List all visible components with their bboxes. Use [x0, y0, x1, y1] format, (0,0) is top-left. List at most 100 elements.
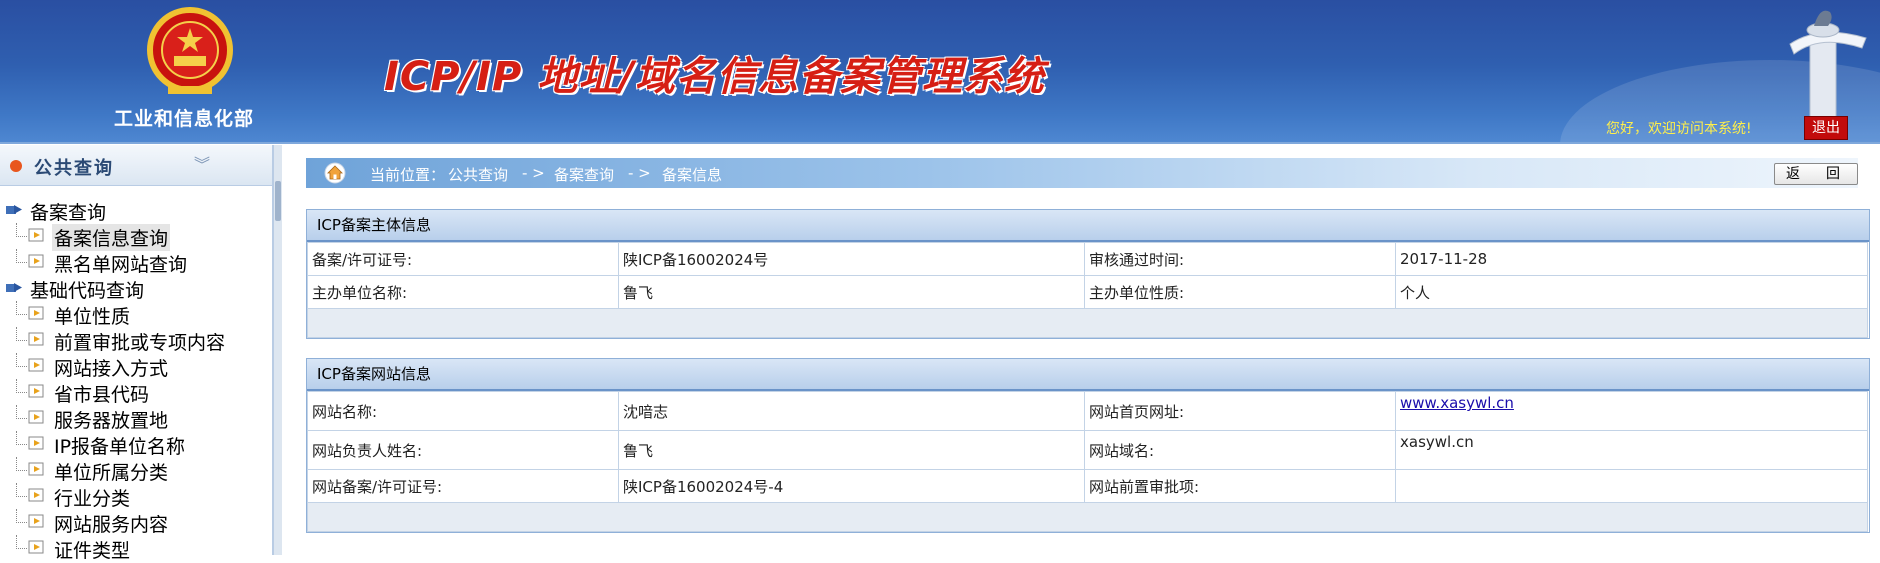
- tree-item-label: IP报备单位名称: [54, 436, 186, 458]
- site-header: 工业和信息化部 ICP/IP 地址/域名信息备案管理系统 您好，欢迎访问本系统!…: [0, 0, 1880, 144]
- page-arrow-icon: [28, 410, 44, 424]
- tree-item-service-content[interactable]: 网站服务内容: [0, 509, 272, 536]
- breadcrumb-separator: - >: [628, 164, 651, 182]
- field-label: 审核通过时间:: [1084, 242, 1396, 276]
- tree-item-record-info-query[interactable]: 备案信息查询: [0, 223, 272, 251]
- table-row: 网站名称: 沈喑志 网站首页网址: www.xasywl.cn: [307, 391, 1868, 431]
- header-divider: [0, 142, 1880, 144]
- page-arrow-icon: [28, 540, 44, 554]
- tree-group-label: 备案查询: [30, 202, 107, 224]
- site-info-table: 网站名称: 沈喑志 网站首页网址: www.xasywl.cn 网站负责人姓名:…: [307, 391, 1868, 532]
- sidebar-header[interactable]: 公共查询 ︾: [0, 145, 272, 186]
- tree-item-server-location[interactable]: 服务器放置地: [0, 405, 272, 432]
- icp-subject-panel: ICP备案主体信息 备案/许可证号: 陕ICP备16002024号 审核通过时间…: [306, 209, 1870, 339]
- panel-title: ICP备案网站信息: [307, 359, 1869, 391]
- bullet-icon: [10, 160, 22, 172]
- tree-item-label: 备案信息查询: [52, 224, 171, 251]
- field-value: 鲁飞: [618, 430, 1085, 470]
- logout-button[interactable]: 退出: [1804, 116, 1848, 140]
- tree-item-id-type[interactable]: 证件类型: [0, 535, 272, 562]
- breadcrumb-item-record-info: 备案信息: [662, 166, 723, 184]
- field-value: [1395, 469, 1868, 503]
- table-row: 网站备案/许可证号: 陕ICP备16002024号-4 网站前置审批项:: [307, 469, 1868, 503]
- breadcrumb-prefix: 当前位置：: [370, 166, 446, 184]
- tree-item-label: 行业分类: [54, 488, 131, 510]
- page-arrow-icon: [28, 254, 44, 268]
- table-row: 网站负责人姓名: 鲁飞 网站域名: xasywl.cn: [307, 430, 1868, 470]
- field-value: 2017-11-28: [1395, 242, 1868, 276]
- tree-item-label: 单位性质: [54, 306, 131, 328]
- page-arrow-icon: [28, 436, 44, 450]
- page-arrow-icon: [28, 488, 44, 502]
- breadcrumb-item-public-query[interactable]: 公共查询: [448, 164, 508, 185]
- page-arrow-icon: [28, 384, 44, 398]
- field-label: 备案/许可证号:: [307, 242, 619, 276]
- table-footer-row: [307, 308, 1868, 338]
- folder-group-icon: [6, 205, 22, 214]
- breadcrumb: 当前位置： 公共查询 - > 备案查询 - > 备案信息: [306, 158, 1858, 188]
- sidebar-title: 公共查询: [34, 158, 114, 179]
- table-footer-row: [307, 502, 1868, 532]
- subject-info-table: 备案/许可证号: 陕ICP备16002024号 审核通过时间: 2017-11-…: [307, 242, 1868, 338]
- sidebar-splitter[interactable]: [273, 145, 282, 555]
- field-label: 网站备案/许可证号:: [307, 469, 619, 503]
- icp-site-panel: ICP备案网站信息 网站名称: 沈喑志 网站首页网址: www.xasywl.c…: [306, 358, 1870, 533]
- collapse-chevron-icon[interactable]: ︾: [194, 151, 210, 175]
- table-row: 主办单位名称: 鲁飞 主办单位性质: 个人: [307, 275, 1868, 309]
- field-label: 网站域名:: [1084, 430, 1396, 470]
- field-label: 网站首页网址:: [1084, 391, 1396, 431]
- folder-group-icon: [6, 283, 22, 292]
- field-label: 主办单位名称:: [307, 275, 619, 309]
- field-label: 网站负责人姓名:: [307, 430, 619, 470]
- tree-item-access-method[interactable]: 网站接入方式: [0, 353, 272, 380]
- page-arrow-icon: [28, 358, 44, 372]
- page-arrow-icon: [28, 462, 44, 476]
- page-arrow-icon: [28, 514, 44, 528]
- field-label: 主办单位性质:: [1084, 275, 1396, 309]
- tree-item-region-code[interactable]: 省市县代码: [0, 379, 272, 406]
- page-arrow-icon: [28, 228, 44, 242]
- field-value: 陕ICP备16002024号: [618, 242, 1085, 276]
- tree-item-unit-category[interactable]: 单位所属分类: [0, 457, 272, 484]
- field-label: 网站名称:: [307, 391, 619, 431]
- tree-item-label: 网站服务内容: [54, 514, 169, 536]
- tree-item-label: 黑名单网站查询: [54, 254, 188, 276]
- panel-title: ICP备案主体信息: [307, 210, 1869, 242]
- ministry-name: 工业和信息化部: [114, 108, 255, 130]
- tree-item-label: 网站接入方式: [54, 358, 169, 380]
- field-value: 沈喑志: [618, 391, 1085, 431]
- tree-group-record-query[interactable]: 备案查询: [0, 197, 272, 224]
- home-icon[interactable]: [324, 162, 346, 184]
- tree-item-label: 省市县代码: [54, 384, 150, 406]
- tree-item-label: 证件类型: [54, 540, 131, 562]
- tree-item-unit-nature[interactable]: 单位性质: [0, 301, 272, 328]
- tree-item-label: 服务器放置地: [54, 410, 169, 432]
- website-url-link[interactable]: www.xasywl.cn: [1400, 394, 1514, 412]
- field-value: 鲁飞: [618, 275, 1085, 309]
- table-row: 备案/许可证号: 陕ICP备16002024号 审核通过时间: 2017-11-…: [307, 242, 1868, 276]
- tree-item-blacklist-query[interactable]: 黑名单网站查询: [0, 249, 272, 276]
- huabiao-pillar-icon: [1789, 10, 1867, 122]
- tree-group-label: 基础代码查询: [30, 280, 145, 302]
- welcome-text: 您好，欢迎访问本系统!: [1606, 121, 1752, 137]
- nav-tree: 备案查询 备案信息查询 黑名单网站查询 基础代码查询 单位性质 前置审批或专项内…: [0, 197, 272, 562]
- national-emblem-icon: [147, 7, 233, 94]
- field-value: 个人: [1395, 275, 1868, 309]
- tree-item-label: 单位所属分类: [54, 462, 169, 484]
- back-button[interactable]: 返 回: [1774, 163, 1858, 185]
- splitter-handle[interactable]: [275, 181, 281, 221]
- tree-item-pre-approval[interactable]: 前置审批或专项内容: [0, 327, 272, 354]
- breadcrumb-separator: - >: [522, 164, 545, 182]
- tree-item-ip-unit[interactable]: IP报备单位名称: [0, 431, 272, 458]
- field-value: 陕ICP备16002024号-4: [618, 469, 1085, 503]
- sidebar: 公共查询 ︾ 备案查询 备案信息查询 黑名单网站查询 基础代码查询 单位性质 前…: [0, 145, 273, 562]
- tree-group-base-code-query[interactable]: 基础代码查询: [0, 275, 272, 302]
- field-label: 网站前置审批项:: [1084, 469, 1396, 503]
- system-title: ICP/IP 地址/域名信息备案管理系统: [384, 54, 1045, 100]
- page-arrow-icon: [28, 332, 44, 346]
- tree-item-label: 前置审批或专项内容: [54, 332, 226, 354]
- field-value: xasywl.cn: [1395, 430, 1868, 470]
- tree-item-industry[interactable]: 行业分类: [0, 483, 272, 510]
- page-arrow-icon: [28, 306, 44, 320]
- breadcrumb-item-record-query[interactable]: 备案查询: [554, 164, 614, 185]
